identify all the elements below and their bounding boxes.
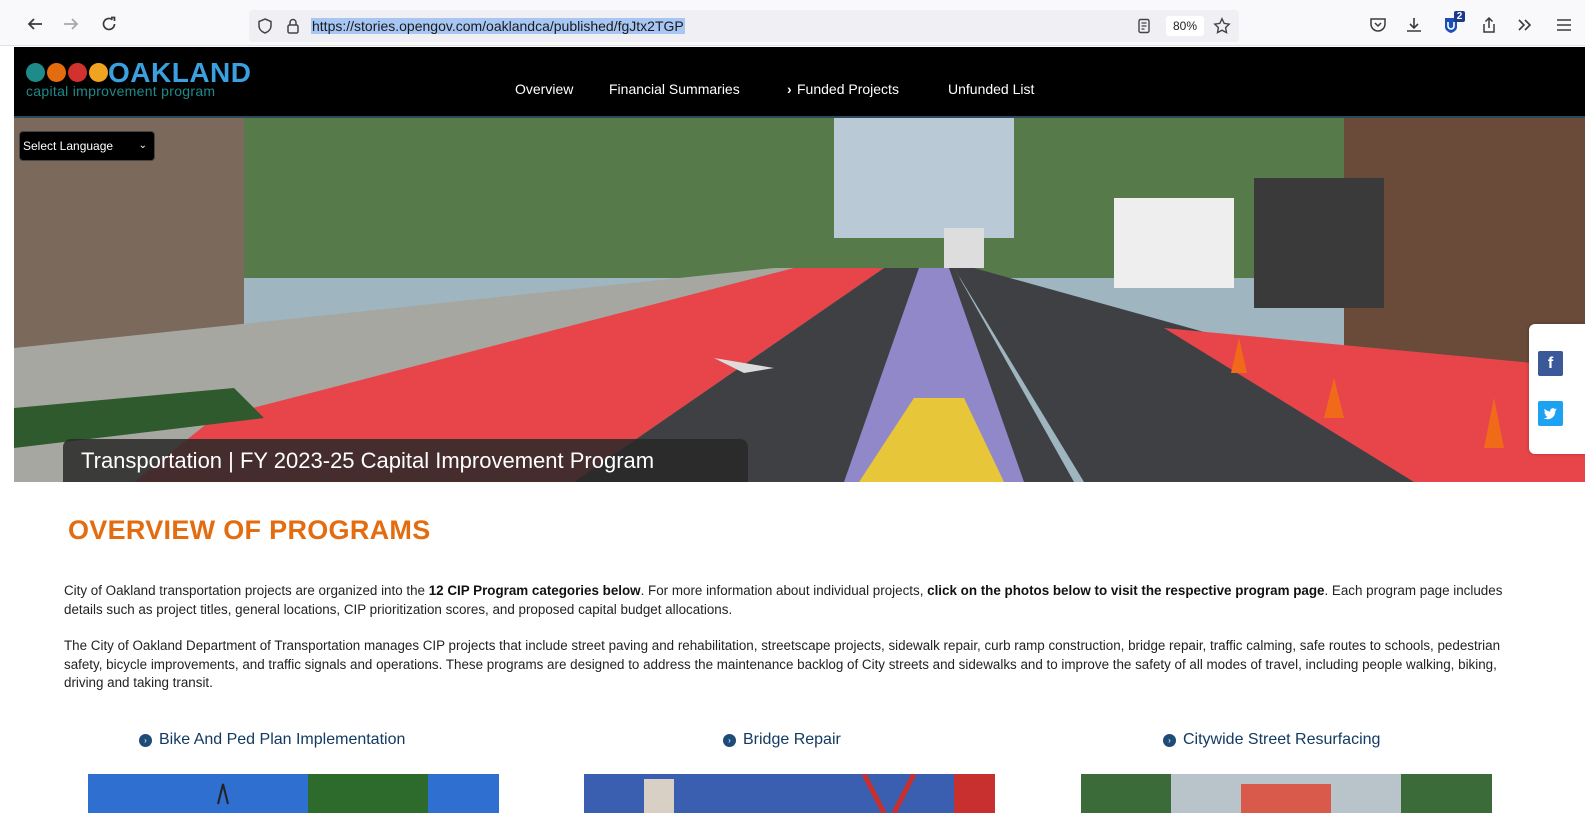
main-navigation: Overview Financial Summaries › Funded Pr…: [14, 81, 1585, 103]
overview-paragraph-1: City of Oakland transportation projects …: [64, 582, 1524, 619]
extension-icon[interactable]: 2: [1441, 11, 1465, 35]
overflow-chevrons-icon[interactable]: [1515, 15, 1535, 35]
overview-paragraph-2: The City of Oakland Department of Transp…: [64, 638, 1501, 690]
building-icon: [68, 63, 87, 82]
back-arrow-icon[interactable]: [24, 13, 46, 35]
star-icon[interactable]: [1213, 17, 1231, 35]
chevron-circle-icon: ›: [1163, 733, 1176, 747]
nav-overview[interactable]: Overview: [515, 81, 573, 97]
forward-arrow-icon[interactable]: [60, 13, 82, 35]
program-link-bike-ped[interactable]: › Bike And Ped Plan Implementation: [139, 731, 405, 749]
site-header: OAKLAND capital improvement program Over…: [14, 47, 1585, 118]
hero-caption: Transportation | FY 2023-25 Capital Impr…: [63, 439, 748, 482]
program-label: Bridge Repair: [743, 731, 841, 748]
program-photo-bike-ped[interactable]: [88, 774, 499, 813]
section-title: OVERVIEW OF PROGRAMS: [68, 515, 431, 545]
chevron-circle-icon: ›: [723, 733, 736, 747]
nav-unfunded-list[interactable]: Unfunded List: [948, 81, 1034, 97]
shield-icon[interactable]: [256, 17, 274, 35]
browser-toolbar: https://stories.opengov.com/oaklandca/pu…: [0, 0, 1585, 46]
chevron-circle-icon: ›: [139, 733, 152, 747]
p1-bold-instructions: click on the photos below to visit the r…: [927, 583, 1325, 598]
language-select-label: Select Language: [23, 139, 114, 153]
hero-banner: Select Language ⌄ Transportation | FY 20…: [14, 118, 1585, 482]
reader-view-icon[interactable]: [1135, 17, 1153, 35]
zoom-level[interactable]: 80%: [1166, 16, 1204, 36]
bike-icon: [47, 63, 66, 82]
chevron-down-icon: ⌄: [138, 140, 147, 151]
hero-street-photo: [14, 118, 1585, 482]
pedestrian-icon: [26, 63, 45, 82]
program-link-bridge-repair[interactable]: › Bridge Repair: [723, 731, 841, 749]
social-share-rail: f: [1529, 324, 1585, 454]
program-link-street-resurfacing[interactable]: › Citywide Street Resurfacing: [1163, 731, 1380, 749]
facebook-icon[interactable]: f: [1538, 351, 1563, 376]
lock-icon[interactable]: [284, 17, 302, 35]
pocket-icon[interactable]: [1368, 15, 1388, 35]
chevron-right-icon: ›: [787, 81, 792, 97]
share-icon[interactable]: [1479, 15, 1499, 35]
program-photo-bridge-repair[interactable]: [584, 774, 995, 813]
menu-icon[interactable]: [1554, 15, 1574, 35]
address-bar[interactable]: https://stories.opengov.com/oaklandca/pu…: [249, 10, 1239, 42]
program-label: Citywide Street Resurfacing: [1183, 731, 1381, 748]
nav-funded-projects[interactable]: Funded Projects: [797, 81, 899, 97]
p1-bold-categories: 12 CIP Program categories below: [428, 583, 641, 598]
download-icon[interactable]: [1404, 15, 1424, 35]
language-select[interactable]: Select Language ⌄: [19, 131, 155, 161]
p1-text-a: City of Oakland transportation projects …: [64, 583, 429, 598]
nav-financial-summaries[interactable]: Financial Summaries: [609, 81, 740, 97]
twitter-icon[interactable]: [1538, 401, 1563, 426]
url-text[interactable]: https://stories.opengov.com/oaklandca/pu…: [311, 18, 685, 34]
reload-icon[interactable]: [98, 13, 120, 35]
program-photo-street-resurfacing[interactable]: [1081, 774, 1492, 813]
logo-icon-group: [26, 63, 108, 82]
p1-text-c: . For more information about individual …: [640, 583, 928, 598]
program-label: Bike And Ped Plan Implementation: [159, 731, 406, 748]
extension-badge: 2: [1454, 11, 1465, 22]
tree-icon: [89, 63, 108, 82]
